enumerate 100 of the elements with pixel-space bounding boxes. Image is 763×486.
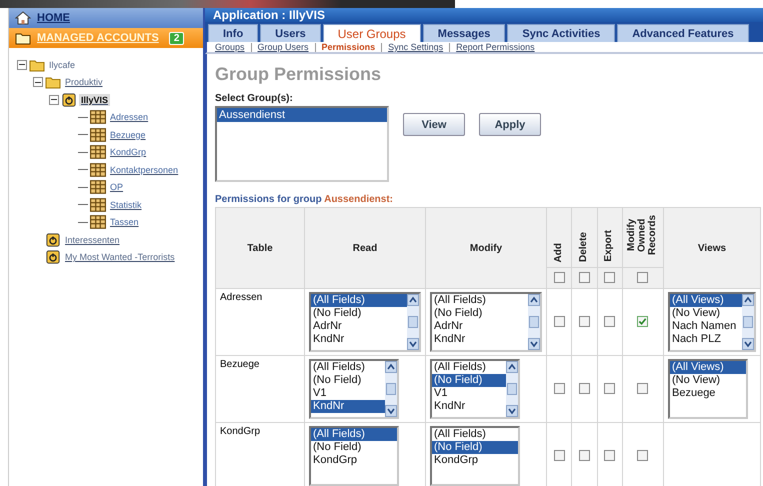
list-box[interactable]: (All Views) (No View) Bezuege xyxy=(668,359,748,419)
tab[interactable]: Sync Activities xyxy=(507,24,616,42)
scroll-up-icon[interactable] xyxy=(528,294,540,306)
list-option[interactable]: (All Fields) xyxy=(311,294,407,307)
scrollbar[interactable] xyxy=(528,294,540,350)
sub-tab-link[interactable]: Group Users xyxy=(258,42,309,52)
list-option[interactable]: (No View) xyxy=(670,374,746,387)
scroll-up-icon[interactable] xyxy=(742,294,754,306)
sub-tab-link[interactable]: Report Permissions xyxy=(456,42,535,52)
checkbox[interactable] xyxy=(578,450,590,462)
list-option[interactable]: V1 xyxy=(311,387,385,400)
scroll-up-icon[interactable] xyxy=(407,294,419,306)
scroll-down-icon[interactable] xyxy=(528,338,540,350)
scroll-down-icon[interactable] xyxy=(742,338,754,350)
tree-item[interactable]: Adressen xyxy=(108,111,150,124)
list-option[interactable]: (All Views) xyxy=(670,361,746,374)
list-box[interactable]: (All Fields) (No Field) KondGrp xyxy=(309,426,399,486)
list-box[interactable]: (All Fields) (No Field) V1 KndNr xyxy=(309,359,399,419)
list-option[interactable]: AdrNr xyxy=(432,320,528,333)
tree-item[interactable]: Tassen xyxy=(108,216,141,228)
checkbox[interactable] xyxy=(578,316,590,328)
checkbox[interactable] xyxy=(637,383,648,394)
list-option[interactable]: KndNr xyxy=(432,400,506,413)
list-option[interactable]: (All Fields) xyxy=(432,361,506,374)
list-option[interactable]: (All Views) xyxy=(670,294,742,307)
list-option[interactable]: Aussendienst xyxy=(217,108,387,122)
list-box[interactable]: (All Views) (No View) Nach Namen Nach PLZ xyxy=(668,292,756,352)
list-option[interactable]: Bezuege xyxy=(670,387,746,400)
checkbox[interactable] xyxy=(554,316,565,328)
list-option[interactable]: V1 xyxy=(432,387,506,400)
list-option[interactable]: (No Field) xyxy=(432,374,506,387)
tab[interactable]: Messages xyxy=(422,24,506,42)
action-button[interactable]: Apply xyxy=(479,113,541,136)
checkbox[interactable] xyxy=(578,272,590,284)
list-option[interactable]: (No Field) xyxy=(311,441,397,454)
list-option[interactable]: (No Field) xyxy=(311,307,407,320)
list-box[interactable]: (All Fields) (No Field) AdrNr KndNr xyxy=(309,292,421,352)
checkbox[interactable] xyxy=(554,383,565,394)
list-option[interactable]: Nach PLZ xyxy=(670,333,742,346)
checkbox[interactable] xyxy=(604,316,616,328)
action-button[interactable]: View xyxy=(403,113,465,136)
scroll-up-icon[interactable] xyxy=(385,361,397,373)
list-option[interactable]: (No View) xyxy=(670,307,742,320)
tree-item[interactable]: Ilycafe xyxy=(47,58,78,71)
scrollbar[interactable] xyxy=(407,294,419,350)
tree-item[interactable]: Bezuege xyxy=(108,128,148,141)
tree-item[interactable]: OP xyxy=(108,181,126,194)
home-link[interactable]: HOME xyxy=(37,12,70,24)
checkbox[interactable] xyxy=(604,450,616,462)
list-box[interactable]: (All Fields) (No Field) AdrNr KndNr xyxy=(430,292,542,352)
tree-item[interactable]: Statistik xyxy=(108,198,144,211)
list-option[interactable]: (All Fields) xyxy=(311,361,385,374)
list-option[interactable]: (No Field) xyxy=(432,441,518,454)
tree-item[interactable]: My Most Wanted -Terrorists xyxy=(63,251,177,264)
list-option[interactable]: (No Field) xyxy=(311,374,385,387)
scrollbar[interactable] xyxy=(385,361,397,417)
checkbox[interactable] xyxy=(604,383,616,394)
home-bar[interactable]: HOME xyxy=(9,8,203,28)
tab[interactable]: Info xyxy=(208,24,258,42)
checkbox[interactable] xyxy=(554,450,565,462)
scrollbar[interactable] xyxy=(506,361,518,417)
list-option[interactable]: KondGrp xyxy=(432,454,518,467)
tree-item[interactable]: Interessenten xyxy=(63,234,122,246)
scroll-up-icon[interactable] xyxy=(506,361,518,373)
list-option[interactable]: KondGrp xyxy=(311,454,397,467)
list-option[interactable]: (All Fields) xyxy=(311,428,397,441)
scroll-down-icon[interactable] xyxy=(407,338,419,350)
list-option[interactable]: (No Field) xyxy=(432,307,528,320)
checkbox[interactable] xyxy=(637,316,648,328)
scroll-down-icon[interactable] xyxy=(385,405,397,417)
checkbox[interactable] xyxy=(637,450,648,462)
list-option[interactable]: (All Fields) xyxy=(432,294,528,307)
collapse-icon[interactable] xyxy=(17,60,27,70)
checkbox[interactable] xyxy=(637,272,648,284)
list-option[interactable]: AdrNr xyxy=(311,320,407,333)
sub-tab-link[interactable]: Sync Settings xyxy=(388,42,444,52)
tree-item[interactable]: KondGrp xyxy=(108,146,148,158)
tab[interactable]: Advanced Features xyxy=(617,24,749,42)
list-box[interactable]: (All Fields) (No Field) V1 KndNr xyxy=(430,359,520,419)
collapse-icon[interactable] xyxy=(33,77,43,88)
checkbox[interactable] xyxy=(578,383,590,394)
scrollbar[interactable] xyxy=(742,294,754,350)
list-option[interactable]: Nach Namen xyxy=(670,320,742,333)
tree-item[interactable]: Produktiv xyxy=(63,76,105,88)
scroll-down-icon[interactable] xyxy=(506,405,518,417)
tab[interactable]: User Groups xyxy=(322,24,421,42)
group-list-box[interactable]: Aussendienst xyxy=(215,106,389,182)
checkbox[interactable] xyxy=(604,272,616,284)
list-option[interactable]: KndNr xyxy=(311,333,407,346)
tree-item[interactable]: Kontaktpersonen xyxy=(108,164,180,176)
tab[interactable]: Users xyxy=(260,24,321,42)
list-box[interactable]: (All Fields) (No Field) KondGrp xyxy=(430,426,520,486)
list-option[interactable]: (All Fields) xyxy=(432,428,518,441)
list-option[interactable]: KndNr xyxy=(311,400,385,413)
checkbox[interactable] xyxy=(554,272,565,284)
list-option[interactable]: KndNr xyxy=(432,333,528,346)
tree-item[interactable]: IllyVIS xyxy=(79,94,110,106)
collapse-icon[interactable] xyxy=(49,94,59,105)
sub-tab-link[interactable]: Groups xyxy=(215,42,245,52)
sub-tab-link[interactable]: Permissions xyxy=(322,42,376,52)
